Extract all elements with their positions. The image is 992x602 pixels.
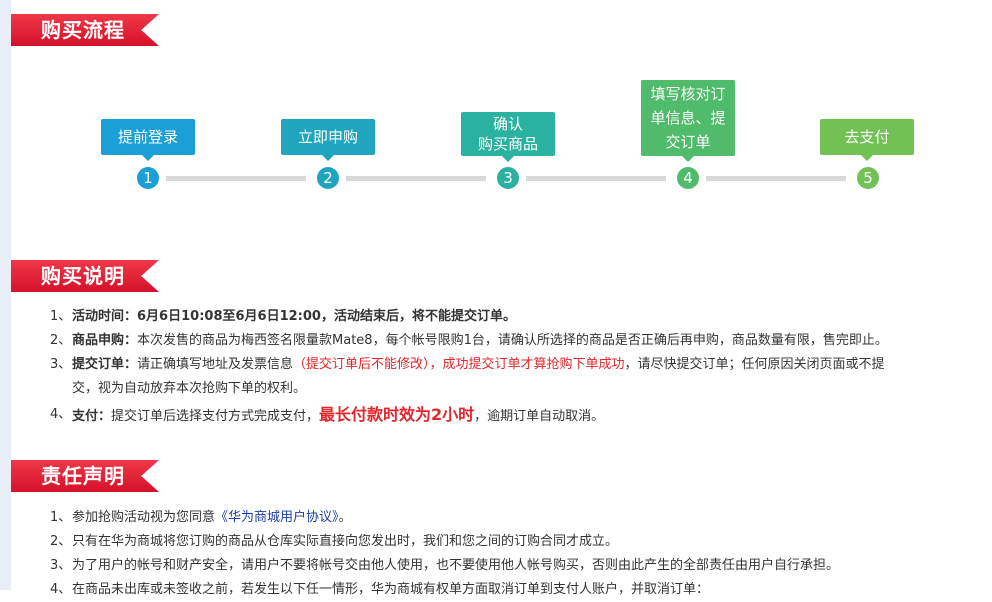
step-box-order-line2: 单信息、提: [650, 109, 726, 127]
liability-text: 参加抢购活动视为您同意: [72, 510, 216, 525]
intro-text: 本次发售的商品为梅西签名限量款Mate8，每个帐号限购1台，请确认所选择的商品是…: [137, 333, 888, 348]
step-box-confirm: 确认 购买商品: [461, 112, 555, 162]
liability-text: 只有在华为商城将您订购的商品从仓库实际直接向您发出时，我们和您之间的订购合同才成…: [72, 534, 619, 549]
list-number: 3、: [50, 357, 72, 372]
liability-item-4: 4、 在商品未出库或未签收之前，若发生以下任一情形，华为商城有权单方面取消订单到…: [50, 578, 965, 602]
step-circle-5: 5: [857, 167, 879, 189]
liability-item-1: 1、 参加抢购活动视为您同意《华为商城用户协议》。: [50, 506, 965, 530]
liability-text: 为了用户的帐号和财产安全，请用户不要将帐号交由他人使用，也不要使用他人帐号购买，…: [72, 558, 840, 573]
section-title-flow: 购买流程: [11, 14, 159, 46]
intro-head: 商品申购：: [72, 333, 138, 348]
progress-bar-2: [346, 176, 486, 181]
list-number: 1、: [50, 510, 72, 525]
intro-text: ，逾期订单自动取消。: [474, 409, 605, 424]
left-edge-bar: [0, 0, 11, 590]
step-box-order-line1: 填写核对订: [650, 85, 726, 103]
intro-item-payment: 4、 支付：提交订单后选择支付方式完成支付，最长付款时效为2小时，逾期订单自动取…: [50, 401, 965, 431]
step-box-pay: 去支付: [820, 119, 914, 161]
step-box-apply: 立即申购: [281, 119, 375, 161]
section-title-intro: 购买说明: [11, 260, 159, 292]
list-number: 3、: [50, 558, 72, 573]
step-box-confirm-line1: 确认: [492, 115, 523, 133]
intro-text: 交，视为自动放弃本次抢购下单的权利。: [72, 381, 307, 396]
step-circle-1: 1: [137, 167, 159, 189]
list-number: 1、: [50, 309, 72, 324]
intro-head: 提交订单：: [72, 357, 138, 372]
intro-text: 请正确填写地址及发票信息: [137, 357, 294, 372]
intro-text: 提交订单后选择支付方式完成支付，: [111, 409, 320, 424]
step-circle-4: 4: [677, 167, 699, 189]
list-number: 2、: [50, 534, 72, 549]
liability-list: 1、 参加抢购活动视为您同意《华为商城用户协议》。 2、 只有在华为商城将您订购…: [50, 506, 965, 602]
step-circle-3: 3: [497, 167, 519, 189]
step-box-order: 填写核对订 单信息、提 交订单: [641, 80, 735, 162]
intro-text-warning: （提交订单后不能修改），成功提交订单才算抢购下单成功: [293, 357, 625, 372]
intro-item-order: 3、 提交订单：请正确填写地址及发票信息（提交订单后不能修改），成功提交订单才算…: [50, 353, 965, 401]
intro-text-highlight: 最长付款时效为2小时: [319, 405, 475, 424]
intro-item-product: 2、 商品申购：本次发售的商品为梅西签名限量款Mate8，每个帐号限购1台，请确…: [50, 329, 965, 353]
step-box-order-line3: 交订单: [665, 133, 711, 151]
liability-item-3: 3、 为了用户的帐号和财产安全，请用户不要将帐号交由他人使用，也不要使用他人帐号…: [50, 554, 965, 578]
intro-list: 1、 活动时间：6月6日10:08至6月6日12:00，活动结束后，将不能提交订…: [50, 305, 965, 431]
progress-bar-3: [526, 176, 666, 181]
progress-bar-4: [706, 176, 846, 181]
progress-bar-1: [166, 176, 306, 181]
intro-text: 6月6日10:08至6月6日12:00，活动结束后，将不能提交订单。: [137, 309, 516, 324]
intro-item-time: 1、 活动时间：6月6日10:08至6月6日12:00，活动结束后，将不能提交订…: [50, 305, 965, 329]
intro-text: ，请尽快提交订单；任何原因关闭页面或不提: [624, 357, 885, 372]
intro-head: 活动时间：: [72, 309, 138, 324]
user-agreement-link[interactable]: 《华为商城用户协议》: [215, 510, 339, 525]
list-number: 2、: [50, 333, 72, 348]
section-title-liability: 责任声明: [11, 460, 159, 492]
step-box-login: 提前登录: [101, 119, 195, 161]
list-number: 4、: [50, 407, 72, 422]
step-circle-2: 2: [317, 167, 339, 189]
liability-text: 。: [338, 510, 352, 525]
step-box-confirm-line2: 购买商品: [477, 135, 538, 153]
list-number: 4、: [50, 582, 72, 597]
intro-head: 支付：: [72, 409, 112, 424]
liability-item-2: 2、 只有在华为商城将您订购的商品从仓库实际直接向您发出时，我们和您之间的订购合…: [50, 530, 965, 554]
